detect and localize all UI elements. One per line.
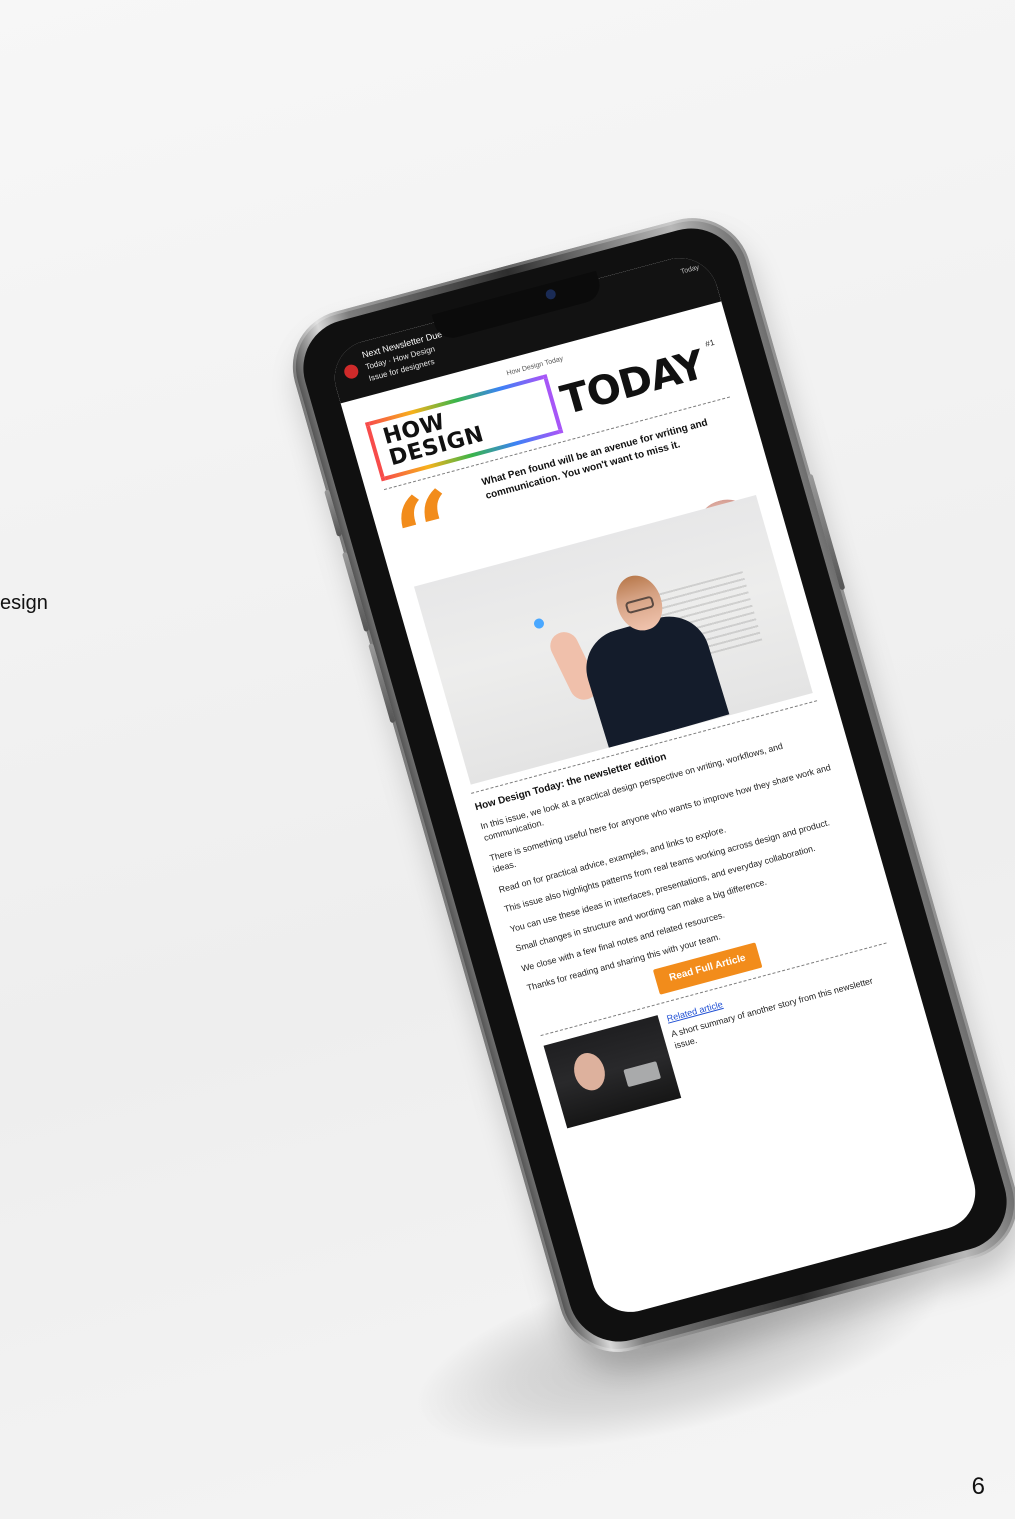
quote-icon: “ (381, 464, 475, 601)
status-lines: Next Newsletter Due Today · How Design I… (361, 329, 450, 384)
related-thumbnail (543, 1014, 682, 1129)
laptop-icon (623, 1060, 662, 1087)
page-number: 6 (971, 1473, 985, 1500)
notification-badge-icon (342, 362, 360, 380)
logo-small: #1 (704, 337, 716, 349)
pin-icon (532, 617, 546, 630)
slide: esign Next Newsletter Due Today · How De… (0, 0, 1015, 1519)
thumbnail-person (569, 1049, 610, 1094)
cut-off-label: esign (0, 592, 48, 614)
related-card[interactable]: Related article A short summary of anoth… (543, 953, 913, 1129)
